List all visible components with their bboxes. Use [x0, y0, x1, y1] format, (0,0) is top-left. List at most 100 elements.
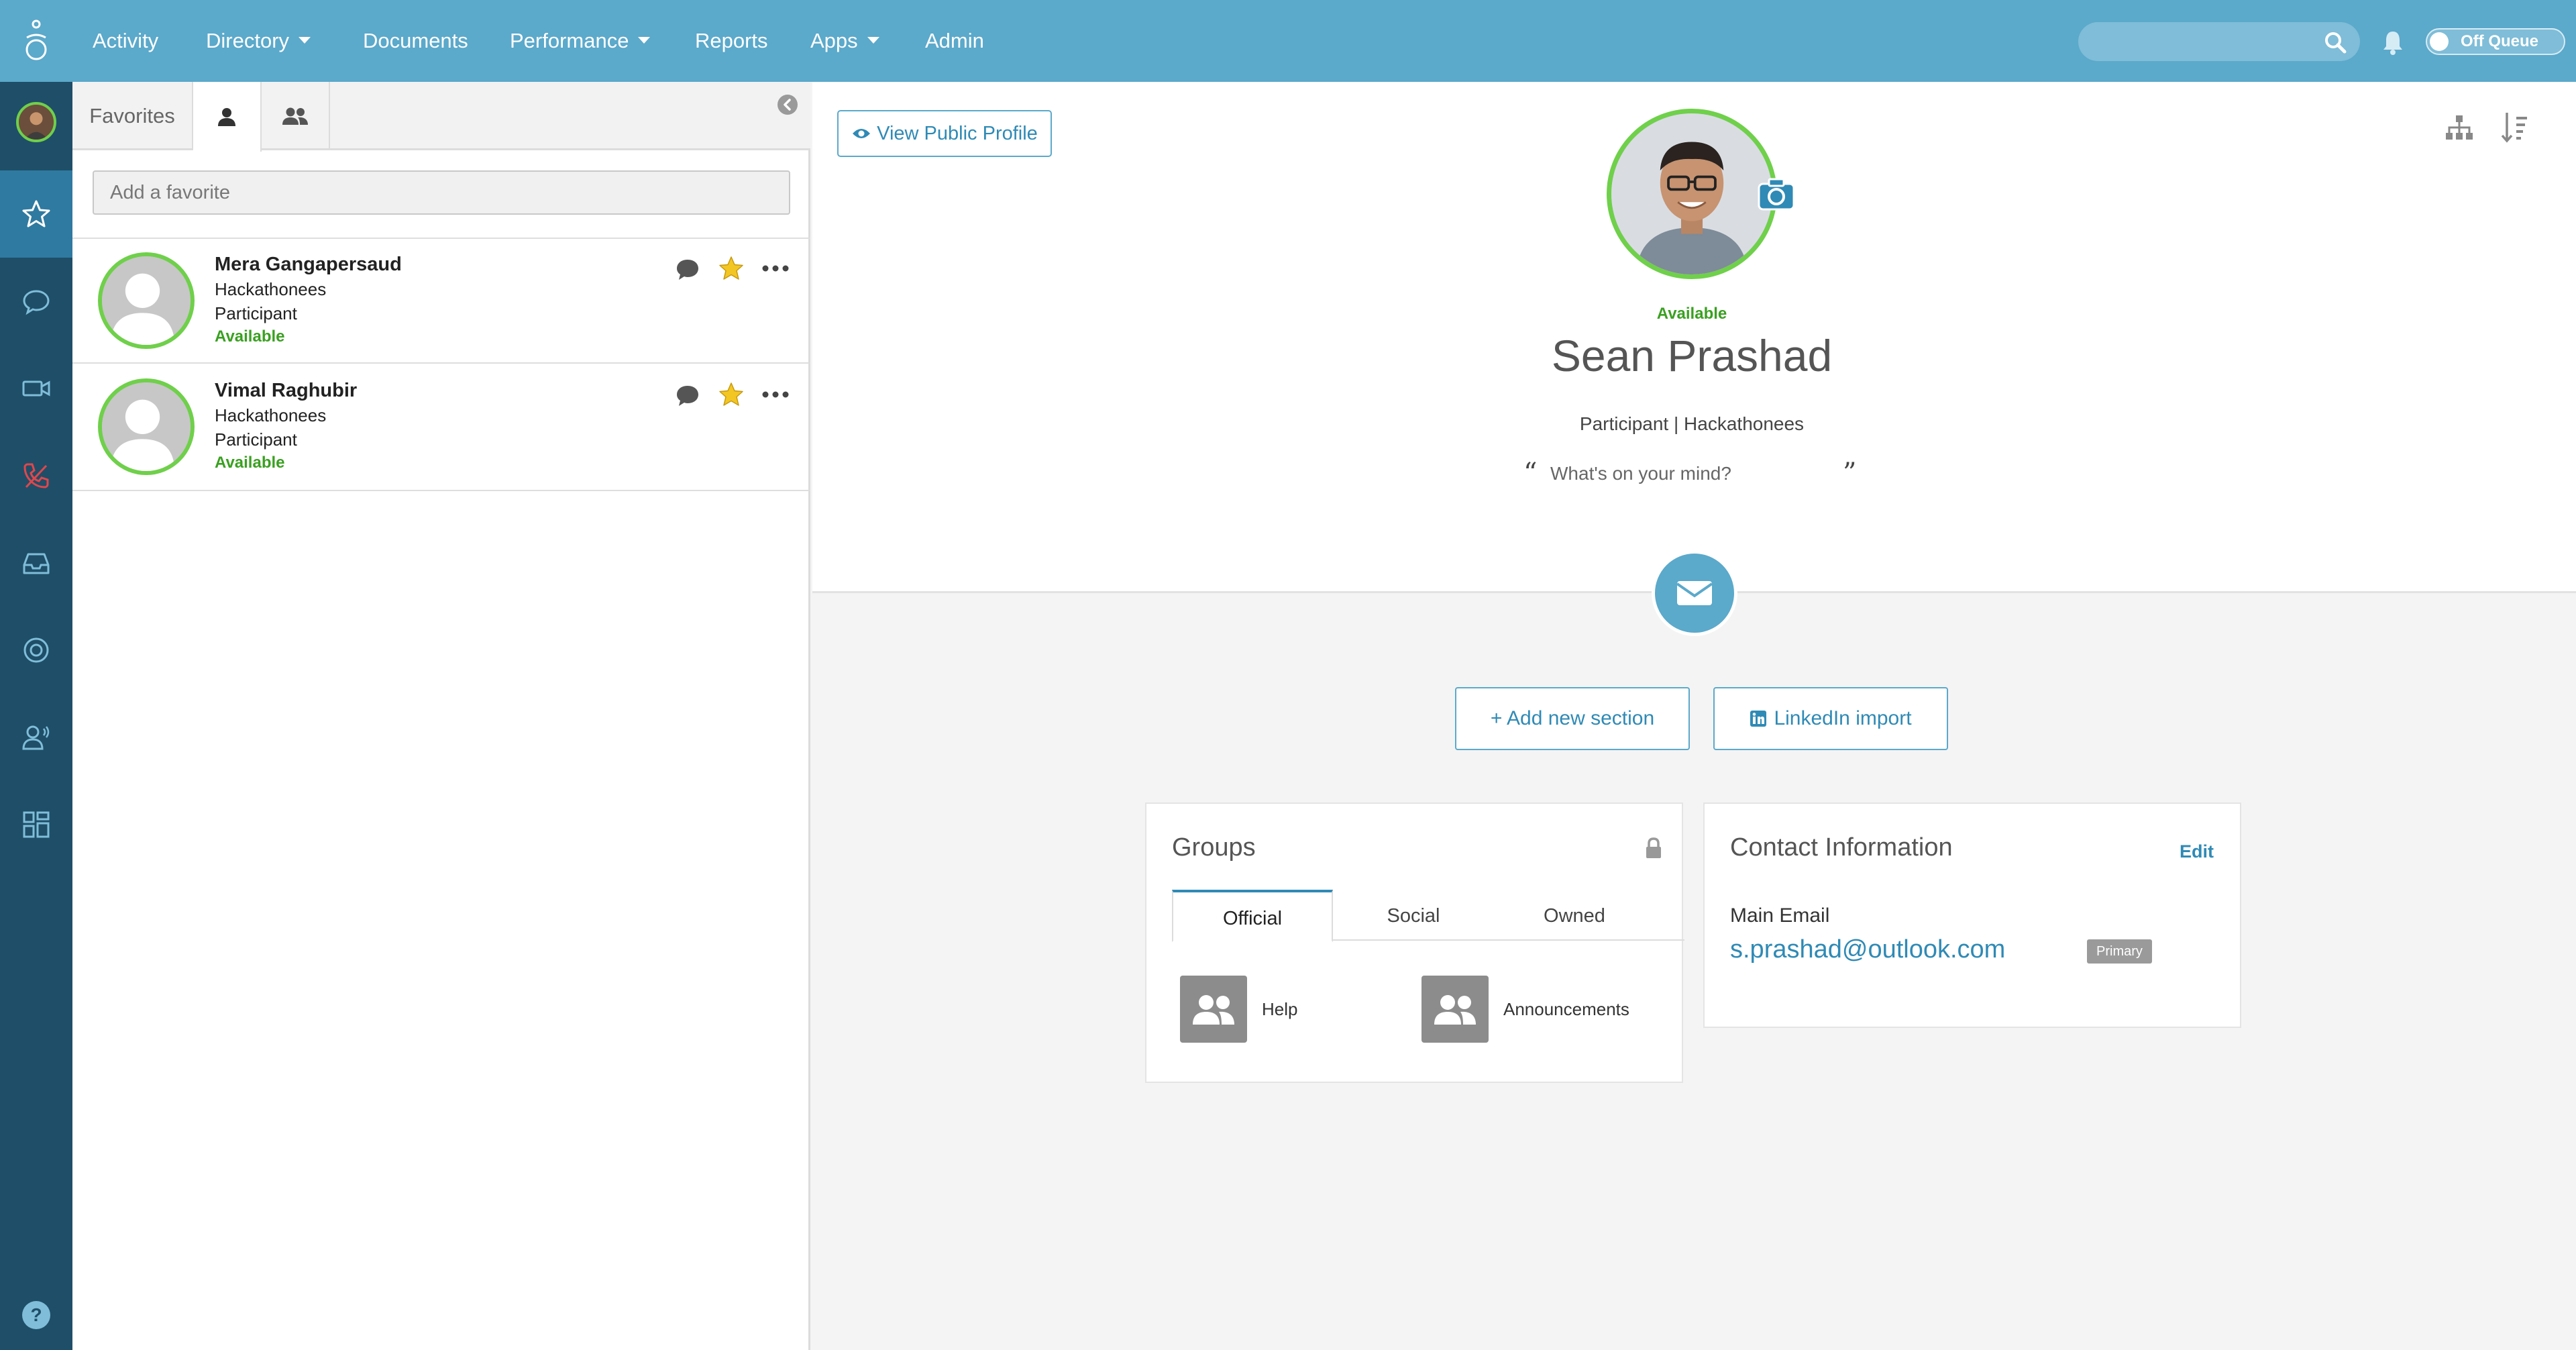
tab-groups[interactable] — [262, 82, 330, 150]
apps-grid-icon — [23, 811, 50, 838]
nav-performance[interactable]: Performance — [510, 0, 651, 82]
group-name: Help — [1262, 998, 1298, 1019]
email-link[interactable]: s.prashad@outlook.com — [1730, 935, 2005, 964]
send-email-button[interactable] — [1652, 550, 1737, 636]
contact-information-title: Contact Information — [1730, 833, 1953, 862]
tab-people[interactable] — [193, 82, 262, 152]
user-avatar[interactable] — [16, 102, 56, 142]
group-icon — [1180, 976, 1247, 1043]
quote-close-icon: ” — [1843, 458, 1857, 488]
edit-contact-link[interactable]: Edit — [2180, 841, 2214, 862]
tab-owned[interactable]: Owned — [1494, 890, 1655, 942]
sort-icon[interactable] — [2500, 111, 2530, 144]
top-navigation-bar: Activity Directory Documents Performance… — [0, 0, 2576, 82]
contact-avatar[interactable] — [98, 378, 195, 475]
groups-card: Groups Official Social Owned Help Announ… — [1145, 802, 1684, 1083]
sidebar-item-support[interactable] — [0, 607, 72, 694]
sidebar-item-phone[interactable] — [0, 432, 72, 519]
nav-documents[interactable]: Documents — [363, 0, 468, 82]
nav-apps[interactable]: Apps — [810, 0, 879, 82]
left-sidebar: ? — [0, 82, 72, 1350]
bell-icon[interactable] — [2381, 30, 2404, 55]
add-favorite-input[interactable] — [93, 170, 790, 215]
groups-tabs: Official Social Owned — [1172, 890, 1684, 942]
toggle-knob — [2430, 32, 2449, 51]
email-label: Main Email — [1730, 904, 1830, 927]
envelope-icon — [1676, 581, 1713, 605]
presence-status[interactable]: Available — [1625, 305, 1759, 323]
quote-open-icon: “ — [1523, 458, 1538, 488]
eye-icon — [853, 129, 871, 138]
agent-icon — [22, 725, 50, 750]
more-options-icon[interactable] — [762, 391, 789, 399]
profile-page: View Public Profile Available Sean Prash… — [812, 82, 2576, 1350]
more-options-icon[interactable] — [762, 264, 789, 272]
chevron-down-icon — [299, 36, 311, 44]
contact-department: Hackathonees — [215, 405, 327, 425]
collapse-panel-icon[interactable] — [777, 94, 798, 115]
chevron-down-icon — [867, 36, 879, 44]
sidebar-item-video[interactable] — [0, 345, 72, 432]
profile-name: Sean Prashad — [1551, 331, 1833, 380]
contact-avatar[interactable] — [98, 252, 195, 349]
queue-status-label: Off Queue — [2461, 32, 2539, 50]
group-item-help[interactable]: Help — [1180, 976, 1297, 1043]
contact-name[interactable]: Vimal Raghubir — [215, 380, 357, 402]
linkedin-import-button[interactable]: LinkedIn import — [1713, 687, 1948, 750]
phone-icon — [23, 463, 49, 488]
status-message-field[interactable]: What's on your mind? — [1550, 463, 1731, 484]
help-icon[interactable]: ? — [20, 1299, 52, 1331]
nav-activity[interactable]: Activity — [93, 0, 158, 82]
linkedin-icon — [1750, 711, 1767, 727]
nav-directory[interactable]: Directory — [206, 0, 311, 82]
chat-bubble-icon[interactable] — [675, 258, 700, 282]
tab-social[interactable]: Social — [1333, 890, 1494, 942]
genesys-logo-icon[interactable] — [20, 19, 52, 63]
contact-role: Participant — [215, 429, 297, 450]
favorites-tab-bar: Favorites — [72, 82, 810, 152]
tab-official[interactable]: Official — [1172, 890, 1333, 942]
profile-header: View Public Profile Available Sean Prash… — [812, 82, 2576, 593]
star-icon[interactable] — [718, 255, 745, 282]
camera-icon[interactable] — [1757, 176, 1796, 212]
contact-status: Available — [215, 454, 285, 472]
primary-badge: Primary — [2087, 939, 2152, 964]
sidebar-item-apps[interactable] — [0, 781, 72, 868]
search-input[interactable] — [2078, 22, 2360, 61]
sidebar-item-inbox[interactable] — [0, 519, 72, 607]
contact-name[interactable]: Mera Gangapersaud — [215, 254, 402, 276]
star-icon[interactable] — [718, 381, 745, 408]
contact-information-card: Contact Information Edit Main Email s.pr… — [1703, 802, 2241, 1028]
tab-favorites[interactable]: Favorites — [72, 82, 193, 150]
star-icon — [22, 200, 50, 227]
favorite-contact-row[interactable]: Vimal Raghubir Hackathonees Participant … — [72, 365, 810, 491]
view-public-profile-button[interactable]: View Public Profile — [837, 110, 1052, 157]
inbox-icon — [23, 553, 50, 574]
person-icon — [218, 108, 235, 126]
sidebar-item-agent[interactable] — [0, 694, 72, 781]
contact-department: Hackathonees — [215, 279, 327, 299]
search-icon[interactable] — [2324, 31, 2347, 54]
chevron-down-icon — [638, 36, 651, 44]
svg-text:?: ? — [30, 1304, 42, 1325]
nav-reports[interactable]: Reports — [695, 0, 768, 82]
chat-bubble-icon[interactable] — [675, 384, 700, 408]
lifebuoy-icon — [23, 637, 49, 663]
org-chart-icon[interactable] — [2445, 114, 2474, 141]
queue-toggle[interactable]: Off Queue — [2426, 28, 2565, 55]
sidebar-item-favorites[interactable] — [0, 170, 72, 258]
sidebar-item-chat[interactable] — [0, 258, 72, 345]
chat-bubble-icon — [23, 290, 50, 315]
contact-status: Available — [215, 327, 285, 346]
add-new-section-button[interactable]: + Add new section — [1455, 687, 1690, 750]
group-item-announcements[interactable]: Announcements — [1421, 976, 1629, 1043]
video-icon — [22, 380, 50, 397]
profile-avatar[interactable] — [1607, 109, 1777, 279]
group-icon — [282, 107, 308, 125]
groups-title: Groups — [1172, 833, 1256, 862]
favorites-panel: Favorites Mera Gangapersaud Hackathonees… — [72, 82, 810, 1350]
group-icon — [1421, 976, 1489, 1043]
lock-icon — [1646, 837, 1661, 858]
favorite-contact-row[interactable]: Mera Gangapersaud Hackathonees Participa… — [72, 238, 810, 364]
nav-admin[interactable]: Admin — [925, 0, 984, 82]
